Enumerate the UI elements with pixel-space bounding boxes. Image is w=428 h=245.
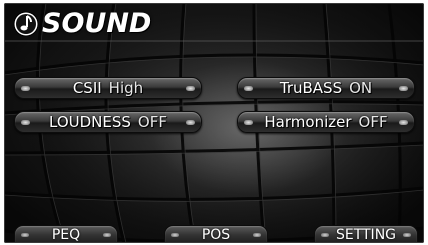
page-title: SOUND [42,8,152,39]
setting-label: SETTING [335,227,397,243]
indicator-left [244,86,253,91]
indicator-right [399,120,408,125]
loudness-button[interactable]: LOUDNESS OFF [14,111,202,133]
csii-state: High [108,79,144,97]
indicator-right [186,86,195,91]
peq-button[interactable]: PEQ [14,225,118,243]
loudness-label: LOUDNESS OFF [49,112,167,132]
harmonizer-state: OFF [358,113,388,131]
indicator-right [186,120,195,125]
indicator-left [21,233,29,237]
setting-button[interactable]: SETTING [314,225,418,243]
indicator-left [21,120,30,125]
harmonizer-label: Harmonizer OFF [264,112,387,132]
trubass-button[interactable]: TruBASS ON [237,77,415,99]
indicator-left [244,120,253,125]
peq-label: PEQ [51,227,81,243]
loudness-state: OFF [137,113,167,131]
pos-label: POS [201,227,231,243]
indicator-left [171,233,179,237]
trubass-state: ON [349,79,373,97]
csii-button[interactable]: CSII High [14,77,202,99]
indicator-right [253,233,261,237]
indicator-left [21,86,30,91]
csii-name: CSII [72,79,102,97]
screen-title: SOUND [12,9,151,39]
indicator-right [103,233,111,237]
indicator-left [321,233,329,237]
music-note-icon [12,10,40,38]
csii-label: CSII High [73,78,143,98]
indicator-right [403,233,411,237]
indicator-right [399,86,408,91]
pos-button[interactable]: POS [164,225,268,243]
harmonizer-button[interactable]: Harmonizer OFF [237,111,415,133]
trubass-name: TruBASS [279,79,343,97]
sound-screen: SOUND CSII High TruBASS ON LOUDNESS OFF Har… [4,3,424,243]
harmonizer-name: Harmonizer [264,113,352,131]
trubass-label: TruBASS ON [280,78,372,98]
loudness-name: LOUDNESS [49,113,131,131]
